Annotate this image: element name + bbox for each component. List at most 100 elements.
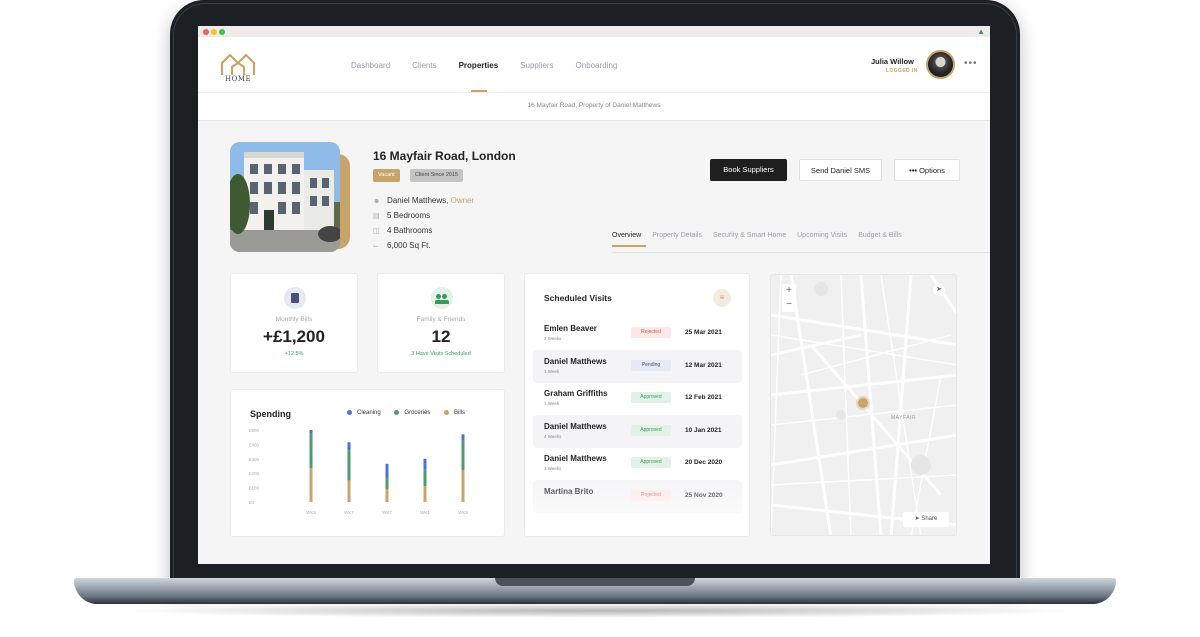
x-tick-label: WK1 (420, 510, 430, 515)
bar-segment-groceries[interactable] (461, 440, 465, 471)
minimize-dot[interactable] (211, 29, 217, 35)
book-suppliers-button[interactable]: Book Suppliers (710, 159, 787, 181)
map-panel[interactable]: + − ➤ MAYFAIR ➤ Share (770, 274, 957, 536)
bathrooms-row: ◫ 4 Bathrooms (373, 226, 432, 235)
user-status: LOGGED IN (886, 68, 918, 74)
bar-segment-cleaning[interactable] (423, 458, 427, 470)
tab-security[interactable]: Security & Smart Home (713, 232, 786, 239)
monthly-bills-card[interactable]: Monthly Bills +£1,200 +12.5% (230, 273, 358, 373)
map-zoom-controls: + − (782, 284, 796, 312)
bar-segment-bills[interactable] (347, 480, 351, 502)
maximize-dot[interactable] (219, 29, 225, 35)
tab-upcoming-visits[interactable]: Upcoming Visits (797, 232, 847, 239)
options-button[interactable]: ••• Options (894, 159, 960, 181)
x-tick-label: WK7 (344, 510, 354, 515)
logo-text: HOME (225, 75, 252, 83)
bath-icon: ◫ (373, 228, 380, 235)
bills-label: Monthly Bills (275, 316, 313, 323)
bar-segment-groceries[interactable] (347, 450, 351, 481)
bathrooms-count: 4 Bathrooms (387, 226, 433, 235)
people-icon (431, 287, 453, 309)
visit-row[interactable]: Emlen Beaver 2 Weeks Rejected 25 Mar 2021 (533, 317, 742, 350)
extension-icon[interactable]: ▲ (977, 27, 985, 36)
bar-segment-cleaning[interactable] (347, 442, 351, 451)
family-label: Family & Friends (416, 316, 466, 323)
visit-row[interactable]: Daniel Matthews 1 Week Pending 12 Mar 2021 (533, 349, 742, 383)
visitor-name: Daniel Matthews (544, 356, 607, 366)
spending-legend: Cleaning Groceries Bills (347, 410, 465, 416)
bedrooms-row: ▤ 5 Bedrooms (373, 211, 430, 220)
bar-segment-groceries[interactable] (423, 469, 427, 487)
bar-segment-cleaning[interactable] (385, 463, 389, 478)
owner-row: ☻ Daniel Matthews, Owner (373, 196, 474, 205)
spending-card: Spending Cleaning Groceries Bills £500 £4… (230, 389, 505, 537)
share-icon: ➤ (914, 516, 920, 522)
nav-dashboard[interactable]: Dashboard (351, 61, 390, 70)
map-district-label: MAYFAIR (891, 415, 917, 421)
bar-segment-bills[interactable] (423, 486, 427, 502)
tabs-divider (612, 252, 990, 253)
area-icon: ⌙ (373, 243, 379, 250)
status-badge: Vacant (373, 169, 400, 182)
nav-clients[interactable]: Clients (412, 61, 436, 70)
tab-overview[interactable]: Overview (612, 232, 647, 247)
location-pin-icon[interactable] (858, 398, 868, 408)
bar-segment-groceries[interactable] (385, 477, 389, 490)
y-tick-label: £500 (249, 428, 260, 433)
filter-icon[interactable]: ≡ (713, 289, 731, 307)
visit-duration: 1 Week (544, 401, 560, 406)
tab-property-details[interactable]: Property Details (652, 232, 702, 239)
bills-change: +12.5% (284, 351, 304, 357)
nav-onboarding[interactable]: Onboarding (576, 61, 618, 70)
avatar[interactable] (926, 50, 955, 79)
compass-icon[interactable]: ➤ (933, 284, 945, 296)
visit-status-badge: Approved (631, 392, 671, 403)
options-dots-icon: ••• (909, 166, 917, 175)
main-nav: Dashboard Clients Properties Suppliers O… (351, 61, 639, 92)
x-tick-label: WK7 (382, 510, 392, 515)
y-tick-label: £100 (249, 486, 260, 491)
zoom-in-button[interactable]: + (782, 284, 796, 298)
zoom-out-button[interactable]: − (782, 298, 796, 312)
visit-duration: 3 Weeks (544, 466, 562, 471)
laptop-notch (495, 578, 695, 586)
share-button[interactable]: ➤ Share (903, 512, 949, 527)
legend-cleaning: Cleaning (347, 410, 381, 416)
client-since-badge: Client Since 2015 (410, 169, 464, 182)
family-value: 12 (431, 327, 451, 346)
visit-status-badge: Rejected (631, 327, 671, 338)
visitor-name: Daniel Matthews (544, 454, 607, 463)
more-menu-icon[interactable]: ••• (964, 58, 978, 69)
bar-segment-bills[interactable] (309, 468, 313, 502)
x-tick-label: WK5 (306, 510, 316, 515)
close-dot[interactable] (203, 29, 209, 35)
send-sms-button[interactable]: Send Daniel SMS (799, 159, 882, 181)
visit-row[interactable]: Daniel Matthews 4 Weeks Approved 10 Jan 202… (533, 414, 742, 448)
property-title: 16 Mayfair Road, London (373, 149, 516, 163)
bar-segment-cleaning[interactable] (309, 430, 313, 434)
visit-duration: 2 Weeks (544, 336, 562, 341)
bar-segment-bills[interactable] (385, 489, 389, 502)
window-chrome: ▲ (198, 26, 990, 37)
scheduled-visits-card: Scheduled Visits ≡ Emlen Beaver 2 Weeks Re… (524, 273, 750, 537)
spending-title: Spending (250, 409, 291, 419)
family-friends-card[interactable]: Family & Friends 12 3 Have Visits Schedu… (377, 273, 505, 373)
bar-segment-groceries[interactable] (309, 433, 313, 469)
bar-segment-cleaning[interactable] (461, 434, 465, 441)
visitor-name: Daniel Matthews (544, 421, 607, 431)
nav-suppliers[interactable]: Suppliers (520, 61, 553, 70)
x-tick-label: WK9 (458, 510, 468, 515)
user-name: Julia Willow (871, 57, 914, 66)
tab-budget[interactable]: Budget & Bills (858, 232, 902, 239)
visit-status-badge: Approved (631, 457, 671, 468)
share-label: Share (921, 516, 938, 522)
bar-segment-bills[interactable] (461, 470, 465, 502)
visit-status-badge: Approved (631, 424, 671, 436)
visit-row[interactable]: Graham Griffiths 1 Week Approved 12 Feb 202… (533, 382, 742, 415)
visit-date: 12 Feb 2021 (685, 394, 722, 401)
visit-duration: 1 Week (544, 368, 560, 374)
app-screen: ▲ HOME Dashboard Clients Properties Supp… (198, 26, 990, 564)
nav-properties[interactable]: Properties (459, 61, 498, 92)
y-tick-label: £0 (249, 500, 255, 505)
options-label: Options (919, 166, 945, 175)
